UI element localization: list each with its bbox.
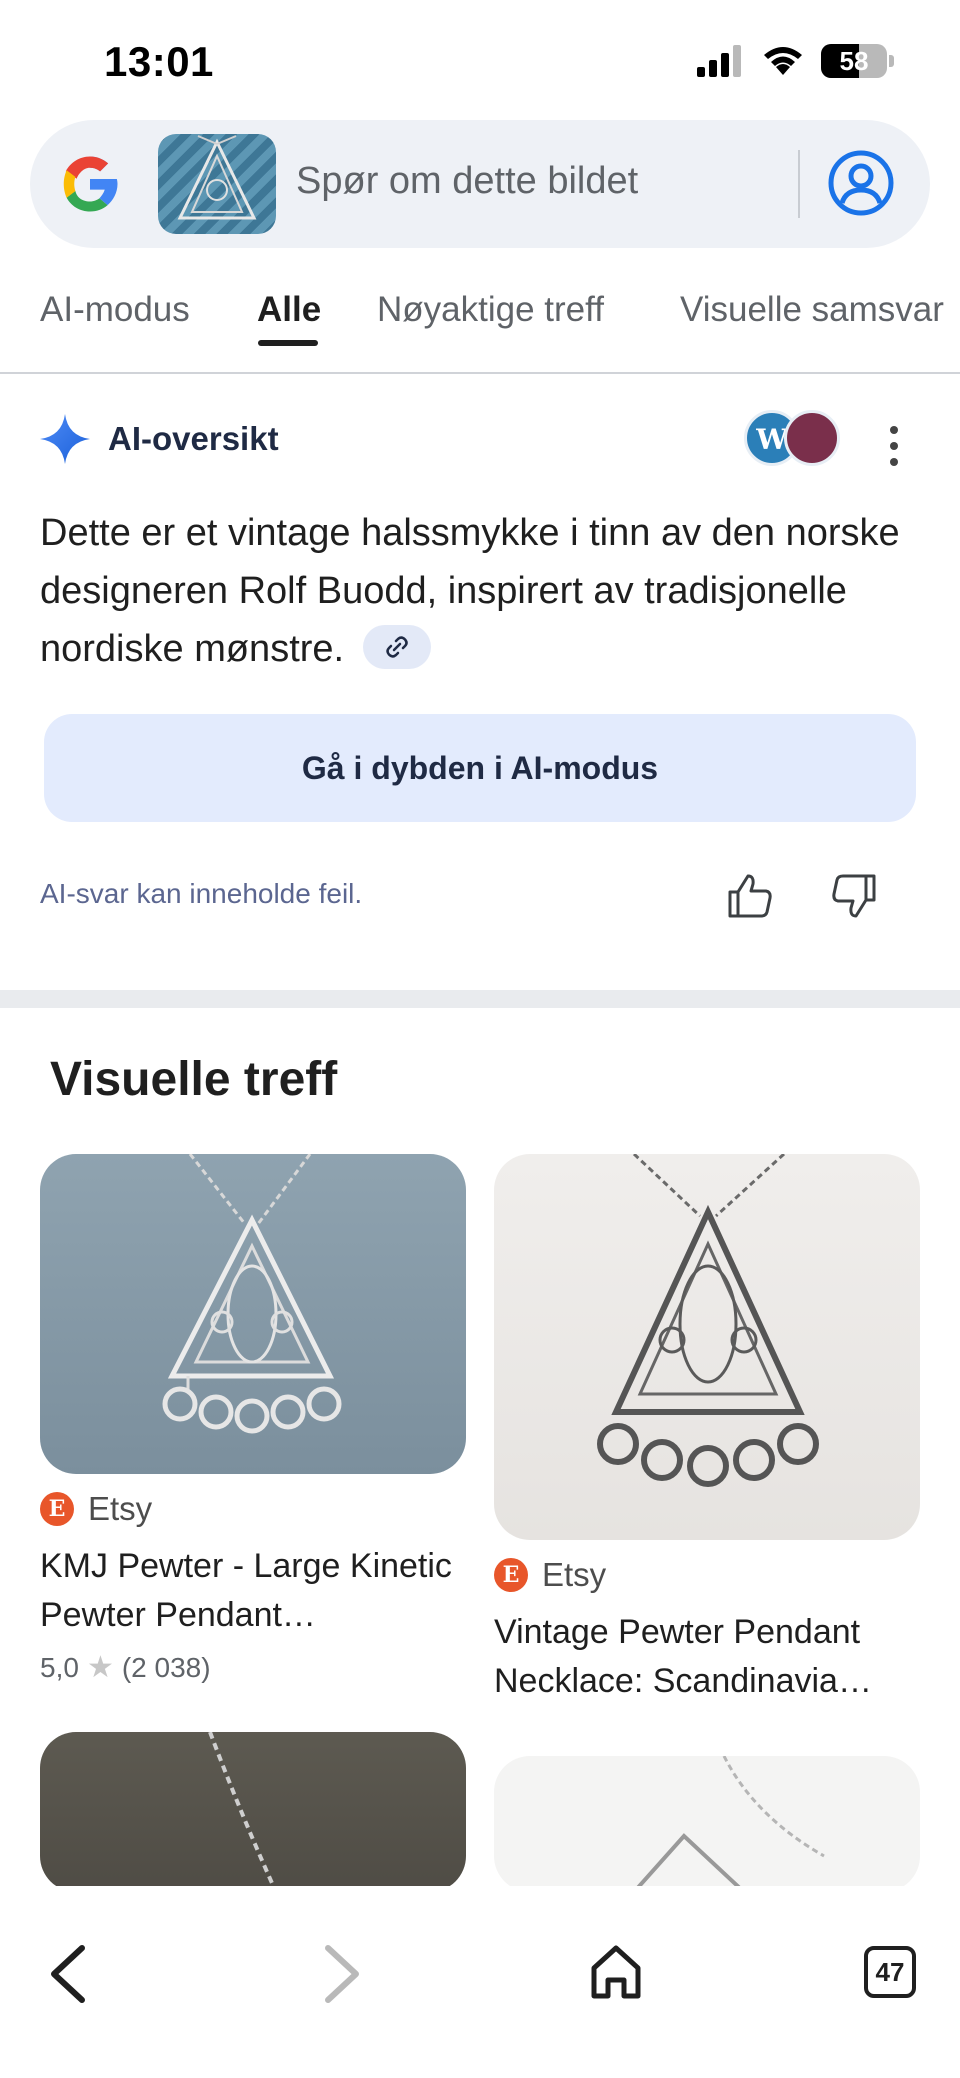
visual-match-card[interactable]: E Etsy KMJ Pewter - Large Kinetic Pewter…: [40, 1154, 466, 1685]
tab-ai-mode[interactable]: AI-modus: [40, 290, 190, 330]
forward-arrow-icon[interactable]: [320, 1942, 364, 2006]
pendant-image[interactable]: [494, 1154, 920, 1540]
google-logo-icon[interactable]: [60, 154, 120, 214]
status-time: 13:01: [104, 38, 214, 85]
review-count: (2 038): [121, 1651, 211, 1683]
thumbs-down-icon[interactable]: [828, 870, 880, 922]
home-icon[interactable]: [588, 1942, 644, 2002]
search-divider: [798, 150, 800, 218]
tab-exact-matches[interactable]: Nøyaktige treff: [377, 290, 604, 330]
link-icon: [385, 636, 408, 658]
visual-match-card[interactable]: E Etsy Vintage Pewter Pendant Necklace: …: [494, 1154, 920, 1706]
search-bar[interactable]: Spør om dette bildet: [30, 120, 930, 248]
etsy-icon: E: [494, 1558, 528, 1592]
battery-indicator: 58: [821, 44, 887, 78]
visual-match-card[interactable]: [40, 1732, 466, 1892]
pendant-image[interactable]: [494, 1756, 920, 1892]
rating-row: 5,0 ★ (2 038): [40, 1650, 466, 1685]
etsy-icon: E: [40, 1492, 74, 1526]
account-icon[interactable]: [828, 150, 894, 216]
tab-all[interactable]: Alle: [257, 290, 321, 330]
source-name: Etsy: [88, 1490, 153, 1527]
search-tabs: AI-modus Alle Nøyaktige treff Visuelle s…: [0, 250, 960, 374]
source-name: Etsy: [542, 1556, 607, 1593]
source-link-chip[interactable]: [362, 624, 431, 669]
wifi-icon: [764, 47, 802, 75]
battery-level: 58: [839, 46, 869, 76]
thumbs-up-icon[interactable]: [724, 870, 776, 922]
status-icons: 58: [697, 44, 894, 78]
search-image-thumbnail[interactable]: [158, 134, 276, 234]
browser-bottom-bar: 47: [0, 1886, 960, 2078]
star-icon: ★: [86, 1651, 114, 1684]
more-options-icon[interactable]: [888, 426, 900, 466]
active-tab-indicator: [258, 340, 318, 346]
signal-icon: [697, 45, 741, 77]
source-avatar[interactable]: [784, 410, 840, 466]
card-source: E Etsy: [494, 1556, 920, 1594]
ai-overview-header: AI-oversikt W: [40, 410, 920, 470]
card-title[interactable]: KMJ Pewter - Large Kinetic Pewter Pendan…: [40, 1542, 466, 1640]
section-separator: [0, 990, 960, 1008]
status-bar: 13:01 58: [0, 0, 960, 120]
ai-overview-text: Dette er et vintage halssmykke i tinn av…: [40, 512, 900, 670]
ai-sparkle-icon: [40, 414, 90, 464]
ai-sources[interactable]: W: [744, 410, 844, 466]
ai-disclaimer: AI-svar kan inneholde feil.: [40, 878, 363, 909]
search-input[interactable]: Spør om dette bildet: [296, 160, 638, 203]
deep-dive-ai-mode-button[interactable]: Gå i dybden i AI-modus: [44, 714, 916, 822]
rating-value: 5,0: [40, 1651, 79, 1683]
pendant-image[interactable]: [40, 1154, 466, 1474]
visual-match-card[interactable]: [494, 1756, 920, 1892]
card-title[interactable]: Vintage Pewter Pendant Necklace: Scandin…: [494, 1608, 920, 1706]
back-arrow-icon[interactable]: [46, 1942, 90, 2006]
card-source: E Etsy: [40, 1490, 466, 1528]
ai-overview-title: AI-oversikt: [108, 420, 279, 457]
pendant-image[interactable]: [40, 1732, 466, 1892]
visual-matches-heading: Visuelle treff: [50, 1053, 338, 1106]
tab-visual-matches[interactable]: Visuelle samsvar: [680, 290, 944, 330]
tab-switcher-button[interactable]: 47: [864, 1946, 916, 1998]
